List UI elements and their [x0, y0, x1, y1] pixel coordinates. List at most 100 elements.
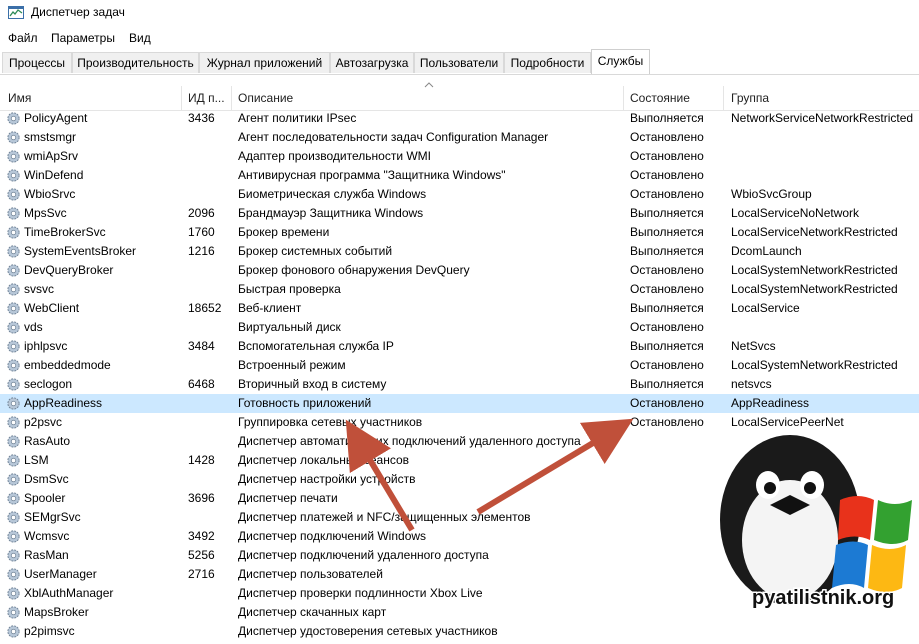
column-divider[interactable] [723, 86, 724, 110]
service-row[interactable]: LSM 1428 Диспетчер локальных сеансов [0, 451, 919, 470]
column-divider[interactable] [623, 86, 624, 110]
service-name: RasAuto [24, 434, 71, 448]
gear-icon [7, 302, 20, 315]
service-status: Остановлено [630, 187, 704, 201]
service-row[interactable]: AppReadiness Готовность приложений Останов… [0, 394, 919, 413]
gear-icon [7, 549, 20, 562]
gear-icon [7, 131, 20, 144]
service-row[interactable]: Spooler 3696 Диспетчер печати [0, 489, 919, 508]
service-row[interactable]: embeddedmode Встроенный режим Остановлено L… [0, 356, 919, 375]
gear-icon [7, 568, 20, 581]
column-divider[interactable] [231, 86, 232, 110]
window-title: Диспетчер задач [31, 5, 125, 19]
column-header-name[interactable]: Имя [8, 91, 31, 105]
service-row[interactable]: svsvc Быстрая проверка Остановлено LocalSys… [0, 280, 919, 299]
column-header-group[interactable]: Группа [731, 91, 769, 105]
service-name: AppReadiness [24, 396, 103, 410]
service-row[interactable]: seclogon 6468 Вторичный вход в систему Выпо… [0, 375, 919, 394]
service-row[interactable]: WinDefend Антивирусная программа "Защитни… [0, 166, 919, 185]
service-row[interactable]: WebClient 18652 Веб-клиент Выполняется Local… [0, 299, 919, 318]
gear-icon [7, 283, 20, 296]
service-row[interactable]: Wcmsvc 3492 Диспетчер подключений Windows [0, 527, 919, 546]
service-status: Остановлено [630, 358, 704, 372]
gear-icon [7, 473, 20, 486]
service-row[interactable]: UserManager 2716 Диспетчер пользователей [0, 565, 919, 584]
column-header-description[interactable]: Описание [238, 91, 293, 105]
service-pid: 2716 [188, 567, 215, 581]
column-header-pid[interactable]: ИД п... [188, 91, 225, 105]
service-status: Выполняется [630, 206, 704, 220]
service-group: AppReadiness [731, 396, 810, 410]
tab-strip: Процессы Производительность Журнал прило… [0, 49, 919, 75]
service-group: LocalSystemNetworkRestricted [731, 282, 898, 296]
service-status: Остановлено [630, 282, 704, 296]
service-description: Брандмауэр Защитника Windows [238, 206, 424, 220]
gear-icon [7, 530, 20, 543]
tab-details[interactable]: Подробности [504, 52, 591, 73]
service-description: Диспетчер локальных сеансов [238, 453, 410, 467]
service-name: XblAuthManager [24, 586, 114, 600]
service-row[interactable]: iphlpsvc 3484 Вспомогательная служба IP Вып… [0, 337, 919, 356]
menu-options[interactable]: Параметры [51, 31, 115, 45]
service-name: p2pimsvc [24, 624, 75, 638]
gear-icon [7, 207, 20, 220]
service-row[interactable]: DevQueryBroker Брокер фонового обнаружени… [0, 261, 919, 280]
service-pid: 1760 [188, 225, 215, 239]
service-group: LocalSystemNetworkRestricted [731, 358, 898, 372]
service-row[interactable]: vds Виртуальный диск Остановлено [0, 318, 919, 337]
gear-icon [7, 188, 20, 201]
service-row[interactable]: SEMgrSvc Диспетчер платежей и NFC/защищен… [0, 508, 919, 527]
service-pid: 2096 [188, 206, 215, 220]
service-name: p2psvc [24, 415, 63, 429]
service-row[interactable]: p2psvc Группировка сетевых участников Оста… [0, 413, 919, 432]
service-name: LSM [24, 453, 49, 467]
service-description: Диспетчер подключений удаленного доступа [238, 548, 489, 562]
tab-processes[interactable]: Процессы [2, 52, 72, 73]
service-name: MpsSvc [24, 206, 67, 220]
tab-performance[interactable]: Производительность [72, 52, 199, 73]
service-group: DcomLaunch [731, 244, 802, 258]
column-divider[interactable] [181, 86, 182, 110]
tab-startup[interactable]: Автозагрузка [330, 52, 414, 73]
gear-icon [7, 264, 20, 277]
service-row[interactable]: wmiApSrv Адаптер производительности WMI Ос… [0, 147, 919, 166]
service-name: Spooler [24, 491, 66, 505]
service-description: Группировка сетевых участников [238, 415, 423, 429]
service-description: Биометрическая служба Windows [238, 187, 427, 201]
tab-app-history[interactable]: Журнал приложений [199, 52, 330, 73]
service-description: Диспетчер автоматических подключений уда… [238, 434, 581, 448]
service-row[interactable]: WbioSrvc Биометрическая служба Windows Ост… [0, 185, 919, 204]
service-row[interactable]: RasAuto Диспетчер автоматических подключе… [0, 432, 919, 451]
service-group: WbioSvcGroup [731, 187, 812, 201]
gear-icon [7, 359, 20, 372]
tab-services[interactable]: Службы [591, 49, 650, 74]
service-row[interactable]: PolicyAgent 3436 Агент политики IPsec Выпол… [0, 109, 919, 128]
service-row[interactable]: smstsmgr Агент последовательности задач C… [0, 128, 919, 147]
service-row[interactable]: RasMan 5256 Диспетчер подключений удаленно… [0, 546, 919, 565]
service-name: vds [24, 320, 43, 334]
service-name: DsmSvc [24, 472, 69, 486]
service-row[interactable]: TimeBrokerSvc 1760 Брокер времени Выполняет… [0, 223, 919, 242]
tab-users[interactable]: Пользователи [414, 52, 504, 73]
service-row[interactable]: SystemEventsBroker 1216 Брокер системных с… [0, 242, 919, 261]
service-description: Вспомогательная служба IP [238, 339, 394, 353]
service-description: Виртуальный диск [238, 320, 341, 334]
column-header-status[interactable]: Состояние [630, 91, 690, 105]
service-row[interactable]: MapsBroker Диспетчер скачанных карт [0, 603, 919, 622]
service-name: smstsmgr [24, 130, 76, 144]
gear-icon [7, 511, 20, 524]
service-description: Диспетчер скачанных карт [238, 605, 387, 619]
gear-icon [7, 606, 20, 619]
service-group: LocalServicePeerNet [731, 415, 844, 429]
services-table: Имя ИД п... Описание Состояние Группа Po… [0, 82, 919, 644]
service-description: Диспетчер подключений Windows [238, 529, 427, 543]
service-row[interactable]: XblAuthManager Диспетчер проверки подлинн… [0, 584, 919, 603]
menu-view[interactable]: Вид [129, 31, 151, 45]
service-row[interactable]: DsmSvc Диспетчер настройки устройств [0, 470, 919, 489]
service-row[interactable]: MpsSvc 2096 Брандмауэр Защитника Windows Вы… [0, 204, 919, 223]
gear-icon [7, 112, 20, 125]
service-row[interactable]: p2pimsvc Диспетчер удостоверения сетевых … [0, 622, 919, 641]
menu-file[interactable]: Файл [8, 31, 38, 45]
task-manager-icon [8, 6, 24, 19]
service-group: LocalSystemNetworkRestricted [731, 263, 898, 277]
